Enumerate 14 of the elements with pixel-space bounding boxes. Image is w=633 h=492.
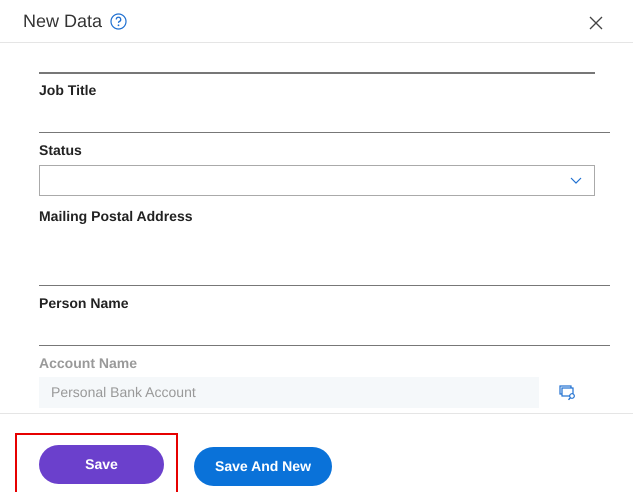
status-dropdown[interactable] <box>39 165 595 196</box>
field-label: Account Name <box>39 354 138 372</box>
save-button[interactable]: Save <box>39 445 164 484</box>
field-label: Job Title <box>39 81 98 99</box>
chevron-down-icon <box>570 177 582 184</box>
close-icon[interactable] <box>589 16 603 30</box>
lookup-icon[interactable] <box>559 384 577 400</box>
field-label: Person Name <box>39 294 130 312</box>
help-icon[interactable] <box>110 12 128 30</box>
field-label: Mailing Postal Address <box>39 207 194 225</box>
dialog-title: New Data <box>23 10 102 32</box>
field-label: Status <box>39 141 83 159</box>
save-and-new-button[interactable]: Save And New <box>194 446 332 486</box>
account-field: Personal Bank Account <box>39 377 539 408</box>
